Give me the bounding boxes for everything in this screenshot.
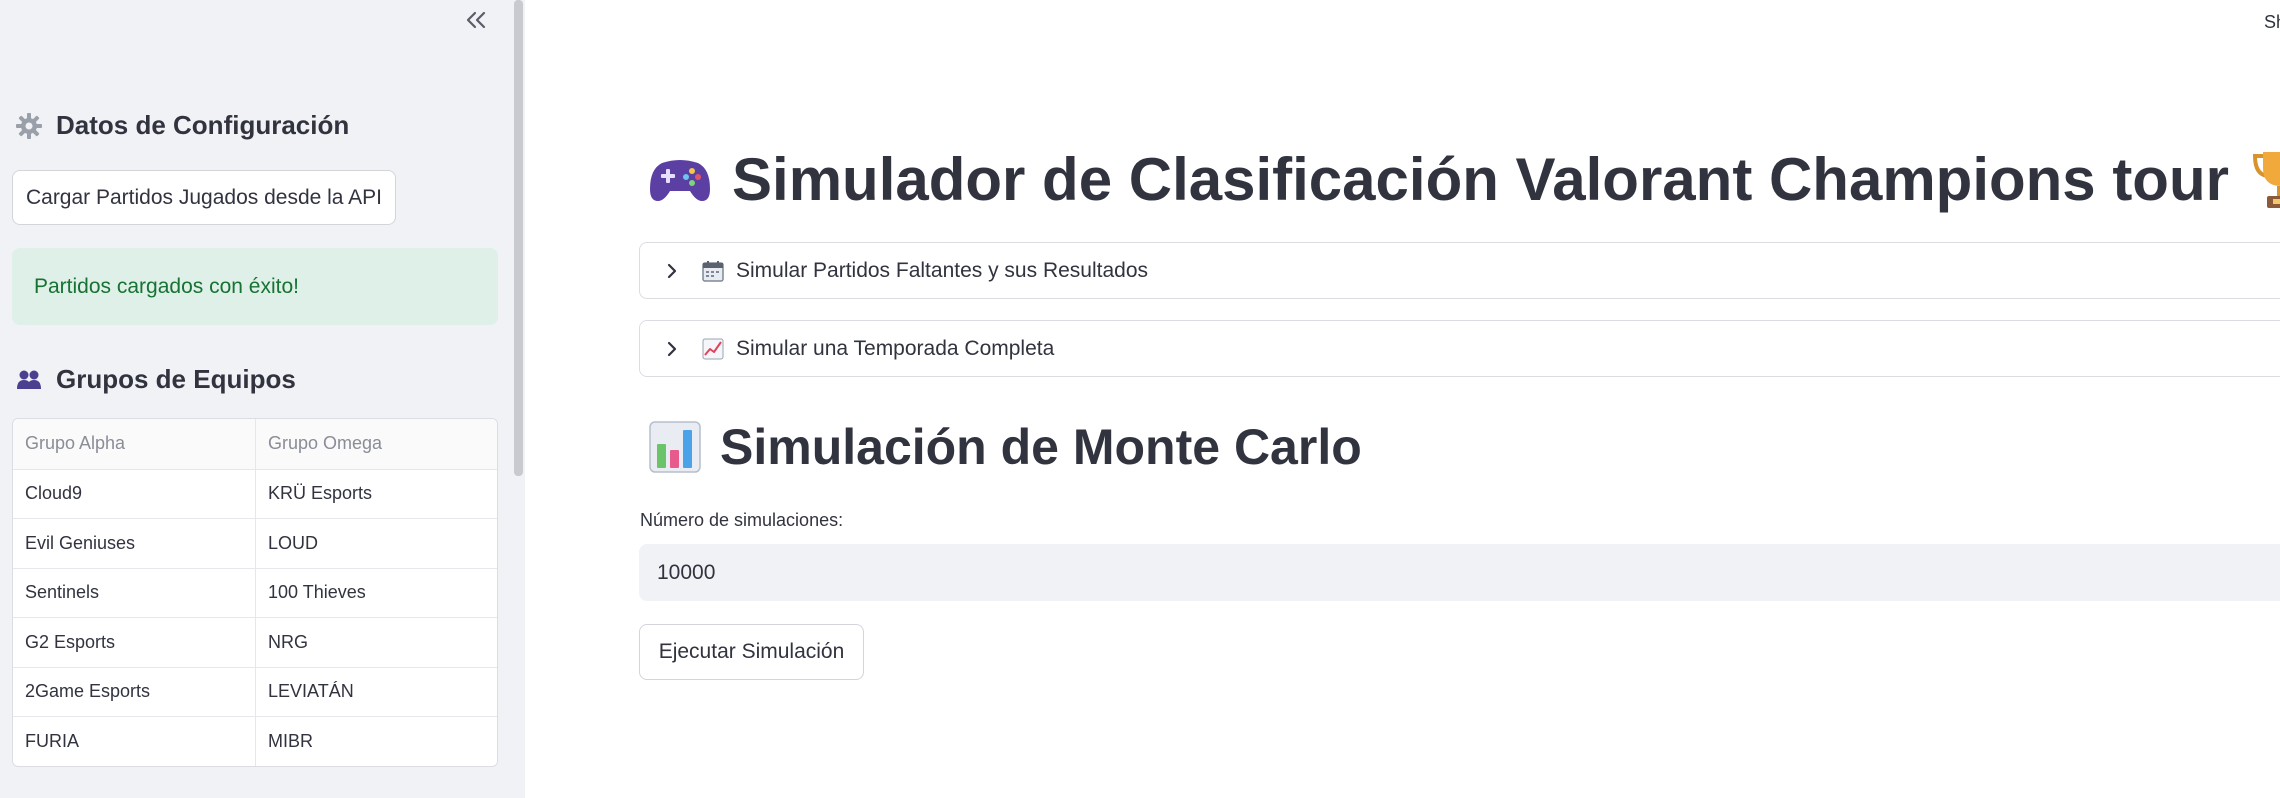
chart-increasing-icon	[700, 336, 726, 362]
gear-icon	[14, 111, 44, 141]
success-alert: Partidos cargados con éxito!	[12, 248, 498, 325]
main-content: Share Simulador de Clasificación Valoran…	[525, 0, 2280, 798]
table-cell[interactable]: Sentinels	[13, 569, 255, 618]
table-cell[interactable]: G2 Esports	[13, 618, 255, 667]
monte-carlo-title: Simulación de Monte Carlo	[720, 419, 1362, 475]
collapse-sidebar-button[interactable]	[458, 6, 494, 38]
groups-heading-label: Grupos de Equipos	[56, 364, 296, 394]
table-header-cell[interactable]: Grupo Omega	[255, 419, 497, 469]
load-matches-button[interactable]: Cargar Partidos Jugados desde la API	[12, 170, 396, 225]
table-row: Sentinels 100 Thieves	[13, 567, 497, 618]
share-button[interactable]: Share	[2264, 12, 2280, 33]
expander-simulate-season[interactable]: Simular una Temporada Completa	[639, 320, 2280, 377]
table-row: 2Game Esports LEVIATÁN	[13, 666, 497, 717]
config-heading-label: Datos de Configuración	[56, 110, 350, 140]
table-cell[interactable]: Cloud9	[13, 470, 255, 519]
table-cell[interactable]: 2Game Esports	[13, 668, 255, 717]
table-row: G2 Esports NRG	[13, 617, 497, 667]
table-cell[interactable]: Evil Geniuses	[13, 519, 255, 568]
simulations-input[interactable]	[639, 544, 2280, 601]
monte-carlo-heading: Simulación de Monte Carlo	[648, 418, 1362, 476]
table-cell[interactable]: FURIA	[13, 717, 255, 766]
app-root: Datos de Configuración Cargar Partidos J…	[0, 0, 2280, 798]
table-cell[interactable]: LOUD	[255, 519, 497, 568]
page-title-text: Simulador de Clasificación Valorant Cham…	[732, 146, 2229, 213]
people-icon	[14, 365, 44, 395]
sidebar-scrollbar[interactable]	[514, 0, 523, 476]
game-controller-icon	[648, 148, 712, 212]
run-simulation-button[interactable]: Ejecutar Simulación	[639, 624, 864, 680]
expander-label: Simular Partidos Faltantes y sus Resulta…	[736, 258, 1149, 282]
simulations-label: Número de simulaciones:	[640, 510, 844, 530]
table-row: FURIA MIBR	[13, 716, 497, 766]
config-heading: Datos de Configuración	[14, 110, 349, 141]
sidebar: Datos de Configuración Cargar Partidos J…	[0, 0, 525, 798]
groups-table: Grupo Alpha Grupo Omega Cloud9 KRÜ Espor…	[12, 418, 498, 767]
table-row: Evil Geniuses LOUD	[13, 518, 497, 568]
table-cell[interactable]: NRG	[255, 618, 497, 667]
groups-heading: Grupos de Equipos	[14, 364, 296, 395]
page-title: Simulador de Clasificación Valorant Cham…	[648, 145, 2280, 214]
table-cell[interactable]: LEVIATÁN	[255, 667, 497, 716]
table-cell[interactable]: KRÜ Esports	[255, 469, 497, 518]
table-row: Cloud9 KRÜ Esports	[13, 468, 497, 519]
bar-chart-icon	[648, 420, 702, 474]
table-header-cell[interactable]: Grupo Alpha	[13, 419, 255, 469]
table-cell[interactable]: MIBR	[255, 717, 497, 766]
calendar-icon	[700, 258, 726, 284]
chevron-right-icon	[660, 341, 684, 357]
chevron-right-icon	[660, 263, 684, 279]
double-chevron-left-icon	[465, 11, 487, 34]
table-cell[interactable]: 100 Thieves	[255, 568, 497, 617]
expander-label: Simular una Temporada Completa	[736, 336, 1055, 360]
trophy-icon	[2249, 148, 2280, 212]
table-header-row: Grupo Alpha Grupo Omega	[13, 419, 497, 469]
success-message: Partidos cargados con éxito!	[34, 274, 299, 298]
expander-simulate-remaining[interactable]: Simular Partidos Faltantes y sus Resulta…	[639, 242, 2280, 299]
